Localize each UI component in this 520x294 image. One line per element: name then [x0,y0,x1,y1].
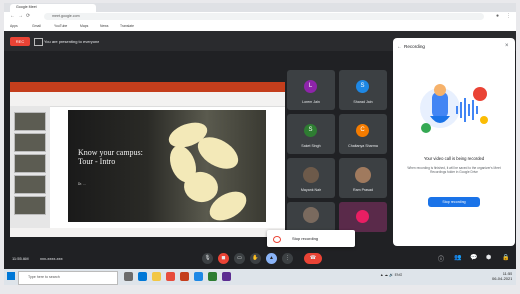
slide-thumbnail [14,196,46,215]
bookmark-item[interactable]: Apps [10,24,18,28]
taskbar-clock[interactable]: 11:55 06-04-2021 [492,271,512,281]
search-placeholder: Type here to search [28,275,60,279]
powerpoint-icon[interactable] [180,272,189,281]
participant-tile[interactable]: L Lorem Jain [287,70,335,110]
avatar [356,210,369,223]
panel-description: When recording is finished, it will be s… [407,166,501,175]
raise-hand-icon[interactable]: ✋ [250,253,261,264]
slide-thumbnail [14,133,46,152]
panel-heading: Your video call is being recorded [423,156,485,161]
bookmark-item[interactable]: YouTube [54,24,67,28]
meeting-time: 11:55 AM [12,256,29,261]
file-explorer-icon[interactable] [152,272,161,281]
record-icon [273,236,281,243]
browser-tab-title: Google Meet [16,5,37,9]
participant-name: Mayank Nair [300,188,322,192]
presenting-banner: You are presenting to everyone [44,39,100,44]
panel-title: Recording [404,44,425,49]
excel-icon[interactable] [208,272,217,281]
back-icon[interactable]: ← [10,13,15,19]
avatar: C [356,124,369,137]
menu-icon[interactable]: ⋮ [506,13,511,19]
chat-icon[interactable]: 💬 [470,254,477,261]
chrome-icon[interactable] [166,272,175,281]
word-icon[interactable] [194,272,203,281]
slide-thumbnail [14,112,46,131]
more-options-icon[interactable]: ⋮ [282,253,293,264]
avatar: L [304,80,317,93]
slide-thumbnail [14,175,46,194]
current-slide [68,110,266,227]
recording-illustration [420,84,488,133]
browser-tab[interactable]: Google Meet [10,4,96,12]
close-icon[interactable]: × [505,43,509,49]
profile-icon[interactable]: ● [496,13,499,19]
powerpoint-status-bar [10,228,285,237]
camera-off-icon[interactable]: ◼ [218,253,229,264]
system-tray[interactable]: ▲ ☁ 🔊 ENG [380,273,402,278]
participant-photo [303,207,319,223]
participant-name: Chaitanya Sharma [348,144,378,148]
slide-thumbnail [14,154,46,173]
back-arrow-icon[interactable]: ← [397,44,402,50]
present-screen-icon [34,38,43,46]
reload-icon[interactable]: ⟳ [26,13,30,19]
bookmark-item[interactable]: Translate [120,24,134,28]
powerpoint-ribbon [10,82,285,92]
captions-icon[interactable]: ▭ [234,253,245,264]
recording-panel [393,38,515,246]
participant-name: Ram Prasad [353,188,373,192]
participant-tile[interactable]: C Chaitanya Sharma [339,114,387,154]
mic-icon[interactable]: 🎙 [202,253,213,264]
leave-call-button[interactable]: ☎ [304,253,322,264]
participant-name: Sharad Jain [353,100,373,104]
participant-photo [303,167,319,183]
activities-icon[interactable]: ⬢ [486,254,491,261]
lock-icon[interactable]: 🔒 [502,254,509,261]
powerpoint-toolbar [10,92,285,107]
participant-name: Saket Singh [301,144,321,148]
info-icon[interactable]: ⓘ [438,254,444,263]
address-bar[interactable]: meet.google.com [44,13,484,20]
avatar: S [356,80,369,93]
bookmark-item[interactable]: News [100,24,108,28]
meeting-code: xxx-xxxx-xxx [40,256,63,261]
avatar: S [304,124,317,137]
recording-badge: REC [10,37,30,46]
participant-name: Lorem Jain [302,100,320,104]
participant-tile[interactable] [339,202,387,232]
slide-subtitle: Dr. ... [78,182,86,186]
participant-tile[interactable]: S Saket Singh [287,114,335,154]
popup-stop-recording[interactable]: Stop recording [292,236,318,241]
participant-tile[interactable]: Ram Prasad [339,158,387,198]
forward-icon[interactable]: → [18,13,23,19]
bookmark-item[interactable]: Gmail [32,24,41,28]
participant-photo [355,167,371,183]
edge-icon[interactable] [138,272,147,281]
people-icon[interactable]: 👥 [454,254,461,261]
url-text: meet.google.com [52,14,80,18]
present-icon[interactable]: ▲ [266,253,277,264]
participant-tile[interactable] [287,202,335,232]
participant-tile[interactable]: Mayank Nair [287,158,335,198]
windows-start-icon[interactable] [7,272,15,280]
stop-recording-button[interactable]: Stop recording [428,197,480,207]
teams-icon[interactable] [222,272,231,281]
bookmark-item[interactable]: Maps [80,24,88,28]
task-view-icon[interactable] [124,272,133,281]
slide-title: Know your campus: Tour - Intro [78,148,143,166]
clock-date: 06-04-2021 [492,276,513,281]
participant-tile[interactable]: S Sharad Jain [339,70,387,110]
